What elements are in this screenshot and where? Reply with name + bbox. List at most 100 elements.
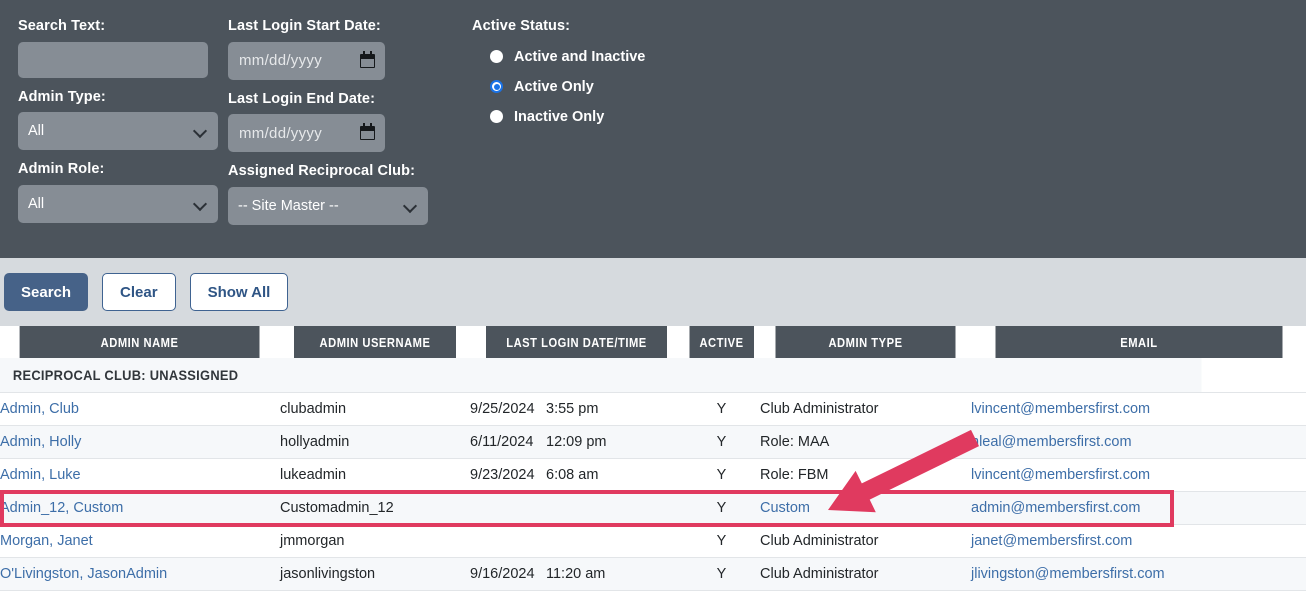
email-link[interactable]: lvincent@membersfirst.com (971, 467, 1150, 483)
cell-last-login: 6/11/2024 12:09 pm (470, 425, 683, 459)
cell-admin-username: clubadmin (280, 392, 470, 426)
filter-column-middle: Last Login Start Date: mm/dd/yyyy Last L… (228, 18, 472, 236)
admin-role-select[interactable]: All (18, 185, 218, 224)
admin-results-table: Admin Name Admin Username Last Login Dat… (0, 326, 1306, 591)
clear-button[interactable]: Clear (102, 273, 176, 311)
last-login-start-placeholder: mm/dd/yyyy (239, 52, 323, 70)
search-text-field-group: Search Text: (18, 18, 228, 78)
last-login-start-label: Last Login Start Date: (228, 18, 381, 34)
email-link[interactable]: hleal@membersfirst.com (971, 434, 1132, 450)
cell-admin-username: hollyadmin (280, 425, 470, 459)
column-header-admin-username[interactable]: Admin Username (293, 326, 458, 358)
cell-active: Y (683, 491, 760, 525)
reciprocal-club-label: Assigned Reciprocal Club: (228, 163, 416, 180)
cell-admin-username: Customadmin_12 (280, 491, 470, 525)
cell-email: janet@membersfirst.com (971, 524, 1306, 558)
filter-column-left: Search Text: Admin Type: All Admin Role:… (0, 18, 228, 234)
cell-admin-username: lukeadmin (280, 458, 470, 492)
cell-admin-username: jasonlivingston (280, 557, 470, 591)
last-login-end-label: Last Login End Date: (228, 90, 375, 107)
column-header-admin-type[interactable]: Admin Type (774, 326, 958, 358)
radio-label-active-only: Active Only (514, 78, 594, 95)
admin-name-link[interactable]: Admin, Holly (0, 434, 81, 450)
table-row[interactable]: Admin_12, Custom Customadmin_12 Y Custom adm… (0, 491, 1306, 525)
reciprocal-club-select[interactable]: -- Site Master -- (228, 187, 428, 226)
last-login-start-date-input[interactable]: mm/dd/yyyy (228, 41, 385, 80)
table-row[interactable]: Admin, Luke lukeadmin 9/23/2024 6:08 am Y Rol… (0, 458, 1306, 492)
email-link[interactable]: janet@membersfirst.com (971, 533, 1132, 549)
cell-email: lvincent@membersfirst.com (971, 458, 1306, 492)
radio-icon-selected[interactable] (490, 80, 503, 94)
cell-last-login: 9/25/2024 3:55 pm (470, 392, 683, 426)
filter-panel: Search Text: Admin Type: All Admin Role:… (0, 0, 1306, 258)
search-input[interactable] (18, 41, 208, 78)
table-header: Admin Name Admin Username Last Login Dat… (0, 326, 1306, 358)
cell-admin-name[interactable]: Admin, Holly (0, 425, 280, 459)
active-status-label: Active Status: (472, 18, 571, 34)
admin-type-label: Admin Type: (18, 88, 106, 105)
radio-active-only[interactable]: Active Only (490, 79, 872, 95)
admin-role-label: Admin Role: (18, 161, 105, 178)
cell-email: jlivingston@membersfirst.com (971, 557, 1306, 591)
cell-active: Y (683, 458, 760, 492)
column-header-email[interactable]: Email (994, 326, 1283, 358)
action-button-bar: Search Clear Show All (0, 258, 1306, 326)
table-row[interactable]: Admin, Holly hollyadmin 6/11/2024 12:09 pm Y… (0, 425, 1306, 459)
radio-icon[interactable] (490, 110, 503, 124)
radio-inactive-only[interactable]: Inactive Only (490, 109, 872, 125)
show-all-button[interactable]: Show All (189, 273, 289, 311)
cell-active: Y (683, 524, 760, 558)
table-body: Reciprocal Club: Unassigned Admin, Club cl… (0, 358, 1306, 591)
cell-admin-name[interactable]: Admin, Luke (0, 458, 280, 492)
cell-admin-type: Club Administrator (760, 392, 971, 426)
admin-name-link[interactable]: Admin, Club (0, 401, 79, 417)
cell-email: hleal@membersfirst.com (971, 425, 1306, 459)
cell-admin-type: Club Administrator (760, 524, 971, 558)
admin-name-link[interactable]: Morgan, Janet (0, 533, 93, 549)
admin-name-link[interactable]: O'Livingston, JasonAdmin (0, 566, 167, 582)
column-header-active[interactable]: Active (688, 326, 756, 358)
cell-admin-type: Role: FBM (760, 458, 971, 492)
admin-type-select[interactable]: All (18, 112, 218, 151)
cell-admin-type: Custom (760, 491, 971, 525)
table-group-label: Reciprocal Club: Unassigned (0, 358, 1202, 393)
email-link[interactable]: admin@membersfirst.com (971, 500, 1140, 516)
cell-admin-name[interactable]: O'Livingston, JasonAdmin (0, 557, 280, 591)
last-login-end-placeholder: mm/dd/yyyy (239, 124, 323, 142)
cell-last-login (470, 491, 683, 525)
email-link[interactable]: jlivingston@membersfirst.com (971, 566, 1165, 582)
cell-admin-name[interactable]: Morgan, Janet (0, 524, 280, 558)
cell-admin-username: jmmorgan (280, 524, 470, 558)
table-row[interactable]: Admin, Club clubadmin 9/25/2024 3:55 pm Y Clu… (0, 392, 1306, 426)
search-text-label: Search Text: (18, 18, 106, 34)
cell-admin-name[interactable]: Admin, Club (0, 392, 280, 426)
radio-label-inactive-only: Inactive Only (514, 108, 605, 125)
filter-column-right: Active Status: Active and Inactive Activ… (472, 18, 872, 139)
table-row[interactable]: Morgan, Janet jmmorgan Y Club Administrator… (0, 524, 1306, 558)
admin-results-table-wrap: Admin Name Admin Username Last Login Dat… (0, 326, 1306, 591)
table-row[interactable]: O'Livingston, JasonAdmin jasonlivingston 9… (0, 557, 1306, 591)
cell-last-login: 9/16/2024 11:20 am (470, 557, 683, 591)
last-login-end-date-input[interactable]: mm/dd/yyyy (228, 114, 385, 153)
calendar-icon[interactable] (360, 50, 375, 68)
admin-type-field-group: Admin Type: All (18, 89, 228, 151)
column-header-last-login[interactable]: Last Login Date/Time (484, 326, 669, 358)
cell-admin-name[interactable]: Admin_12, Custom (0, 491, 280, 525)
radio-icon[interactable] (490, 50, 503, 64)
reciprocal-club-value: -- Site Master -- (238, 198, 339, 215)
last-login-end-field-group: Last Login End Date: mm/dd/yyyy (228, 91, 472, 153)
admin-name-link[interactable]: Admin_12, Custom (0, 500, 123, 516)
column-header-admin-name[interactable]: Admin Name (19, 326, 262, 358)
admin-type-value: All (28, 123, 45, 140)
reciprocal-club-field-group: Assigned Reciprocal Club: -- Site Master… (228, 163, 472, 226)
cell-admin-type: Role: MAA (760, 425, 971, 459)
calendar-icon[interactable] (360, 123, 375, 141)
cell-active: Y (683, 392, 760, 426)
email-link[interactable]: lvincent@membersfirst.com (971, 401, 1150, 417)
admin-type-link[interactable]: Custom (760, 500, 810, 516)
cell-active: Y (683, 425, 760, 459)
admin-name-link[interactable]: Admin, Luke (0, 467, 81, 483)
last-login-start-field-group: Last Login Start Date: mm/dd/yyyy (228, 18, 472, 80)
radio-active-and-inactive[interactable]: Active and Inactive (490, 49, 872, 65)
search-button[interactable]: Search (4, 273, 89, 311)
